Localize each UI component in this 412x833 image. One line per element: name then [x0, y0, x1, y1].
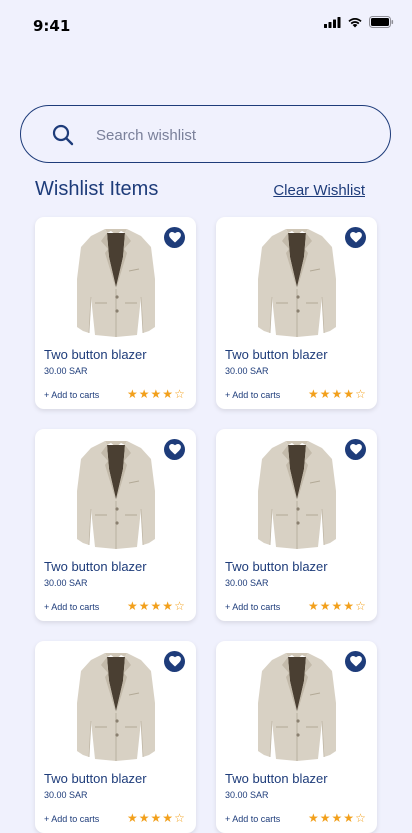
search-input[interactable] — [94, 120, 368, 150]
rating-stars: ★ ★ ★ ★ ☆ — [127, 812, 185, 824]
search-icon — [52, 124, 74, 146]
blazer-image — [258, 441, 336, 549]
battery-icon — [369, 16, 394, 28]
star-filled-icon: ★ — [319, 387, 331, 401]
add-to-cart-button[interactable]: + Add to carts — [225, 814, 280, 824]
add-to-cart-button[interactable]: + Add to carts — [44, 814, 99, 824]
rating-stars: ★ ★ ★ ★ ☆ — [308, 812, 366, 824]
blazer-image — [258, 653, 336, 761]
star-outline-icon: ☆ — [174, 811, 185, 825]
add-to-cart-button[interactable]: + Add to carts — [225, 602, 280, 612]
star-filled-icon: ★ — [331, 811, 343, 825]
product-name: Two button blazer — [44, 559, 147, 574]
product-name: Two button blazer — [44, 771, 147, 786]
star-filled-icon: ★ — [150, 811, 162, 825]
star-outline-icon: ☆ — [355, 387, 366, 401]
heart-icon — [168, 232, 181, 243]
star-filled-icon: ★ — [319, 811, 331, 825]
star-outline-icon: ☆ — [174, 387, 185, 401]
wishlist-card[interactable]: Two button blazer 30.00 SAR + Add to car… — [35, 429, 196, 621]
star-filled-icon: ★ — [138, 811, 150, 825]
signal-icon — [324, 16, 341, 28]
star-filled-icon: ★ — [331, 599, 343, 613]
star-filled-icon: ★ — [343, 599, 355, 613]
star-outline-icon: ☆ — [355, 811, 366, 825]
favorite-heart-button[interactable] — [345, 227, 366, 248]
wishlist-card[interactable]: Two button blazer 30.00 SAR + Add to car… — [216, 429, 377, 621]
star-filled-icon: ★ — [127, 387, 138, 401]
status-icons — [324, 16, 394, 28]
add-to-cart-button[interactable]: + Add to carts — [225, 390, 280, 400]
star-filled-icon: ★ — [319, 599, 331, 613]
status-bar: 9:41 — [0, 0, 412, 50]
product-price: 30.00 SAR — [225, 578, 269, 588]
wishlist-card[interactable]: Two button blazer 30.00 SAR + Add to car… — [216, 217, 377, 409]
star-filled-icon: ★ — [150, 387, 162, 401]
section-title: Wishlist Items — [35, 178, 159, 200]
star-filled-icon: ★ — [331, 387, 343, 401]
blazer-image — [77, 441, 155, 549]
favorite-heart-button[interactable] — [164, 651, 185, 672]
favorite-heart-button[interactable] — [164, 227, 185, 248]
star-filled-icon: ★ — [162, 599, 174, 613]
add-to-cart-button[interactable]: + Add to carts — [44, 390, 99, 400]
heart-icon — [349, 656, 362, 667]
star-filled-icon: ★ — [127, 599, 138, 613]
clear-wishlist-link[interactable]: Clear Wishlist — [273, 182, 365, 199]
product-name: Two button blazer — [225, 347, 328, 362]
star-outline-icon: ☆ — [174, 599, 185, 613]
blazer-image — [258, 229, 336, 337]
star-filled-icon: ★ — [150, 599, 162, 613]
heart-icon — [349, 444, 362, 455]
product-price: 30.00 SAR — [44, 790, 88, 800]
product-price: 30.00 SAR — [44, 578, 88, 588]
star-filled-icon: ★ — [138, 387, 150, 401]
favorite-heart-button[interactable] — [164, 439, 185, 460]
product-price: 30.00 SAR — [44, 366, 88, 376]
add-to-cart-button[interactable]: + Add to carts — [44, 602, 99, 612]
blazer-image — [77, 653, 155, 761]
blazer-image — [77, 229, 155, 337]
rating-stars: ★ ★ ★ ★ ☆ — [308, 600, 366, 612]
star-filled-icon: ★ — [308, 387, 319, 401]
heart-icon — [349, 232, 362, 243]
favorite-heart-button[interactable] — [345, 651, 366, 672]
favorite-heart-button[interactable] — [345, 439, 366, 460]
product-name: Two button blazer — [225, 559, 328, 574]
star-filled-icon: ★ — [162, 811, 174, 825]
wishlist-card[interactable]: Two button blazer 30.00 SAR + Add to car… — [35, 641, 196, 833]
rating-stars: ★ ★ ★ ★ ☆ — [127, 600, 185, 612]
product-price: 30.00 SAR — [225, 790, 269, 800]
product-name: Two button blazer — [225, 771, 328, 786]
star-filled-icon: ★ — [343, 811, 355, 825]
star-filled-icon: ★ — [127, 811, 138, 825]
search-bar[interactable] — [20, 105, 391, 163]
star-filled-icon: ★ — [162, 387, 174, 401]
wifi-icon — [348, 17, 362, 27]
rating-stars: ★ ★ ★ ★ ☆ — [308, 388, 366, 400]
wishlist-card[interactable]: Two button blazer 30.00 SAR + Add to car… — [35, 217, 196, 409]
rating-stars: ★ ★ ★ ★ ☆ — [127, 388, 185, 400]
wishlist-grid: Two button blazer 30.00 SAR + Add to car… — [35, 217, 377, 833]
star-filled-icon: ★ — [308, 599, 319, 613]
star-filled-icon: ★ — [308, 811, 319, 825]
product-name: Two button blazer — [44, 347, 147, 362]
star-filled-icon: ★ — [138, 599, 150, 613]
star-outline-icon: ☆ — [355, 599, 366, 613]
wishlist-card[interactable]: Two button blazer 30.00 SAR + Add to car… — [216, 641, 377, 833]
heart-icon — [168, 444, 181, 455]
star-filled-icon: ★ — [343, 387, 355, 401]
product-price: 30.00 SAR — [225, 366, 269, 376]
heart-icon — [168, 656, 181, 667]
status-time: 9:41 — [33, 17, 71, 35]
